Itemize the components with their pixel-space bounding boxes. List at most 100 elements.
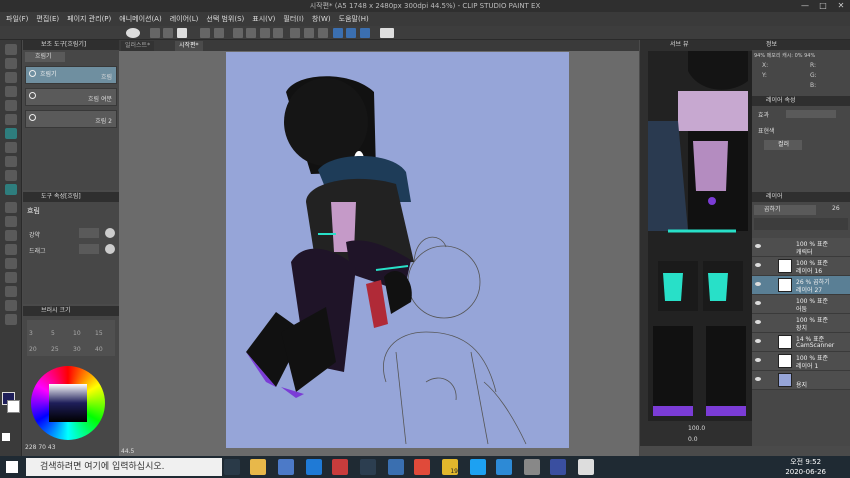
drag-control[interactable] bbox=[79, 244, 99, 254]
visibility-eye-icon[interactable] bbox=[755, 339, 761, 343]
strength-control[interactable] bbox=[79, 228, 99, 238]
brush-size-25[interactable]: 25 bbox=[51, 346, 59, 353]
clip-studio-taskbar-icon[interactable] bbox=[524, 459, 540, 475]
menu-window[interactable]: 창(W) bbox=[312, 14, 331, 24]
twitter-icon[interactable] bbox=[470, 459, 486, 475]
steam-icon[interactable] bbox=[360, 459, 376, 475]
taskbar-search-input[interactable]: 검색하려면 여기에 입력하십시오. bbox=[26, 458, 222, 476]
store-icon[interactable] bbox=[278, 459, 294, 475]
menu-edit[interactable]: 편집(E) bbox=[36, 14, 59, 24]
sub-color-swatch[interactable] bbox=[7, 400, 20, 413]
fill-icon[interactable] bbox=[260, 28, 270, 38]
edge-new-icon[interactable] bbox=[496, 459, 512, 475]
brush-size-15[interactable]: 15 bbox=[95, 330, 103, 337]
pencil-tool-icon[interactable] bbox=[5, 156, 17, 167]
save-icon[interactable] bbox=[177, 28, 187, 38]
drag-dropdown-icon[interactable] bbox=[105, 244, 115, 254]
file-explorer-icon[interactable] bbox=[250, 459, 266, 475]
fill-tool-icon[interactable] bbox=[5, 216, 17, 227]
move-layer-tool-icon[interactable] bbox=[5, 86, 17, 97]
saturation-value-square[interactable] bbox=[49, 384, 87, 422]
minimize-button[interactable]: — bbox=[796, 0, 814, 12]
layer-row[interactable]: 100 % 표준 레이어 1 bbox=[752, 352, 850, 371]
layer-row[interactable]: 100 % 표준 캐릭터 bbox=[752, 238, 850, 257]
brush-size-30[interactable]: 30 bbox=[73, 346, 81, 353]
transparent-color-swatch[interactable] bbox=[2, 433, 10, 441]
visibility-eye-icon[interactable] bbox=[755, 301, 761, 305]
app-icon[interactable] bbox=[332, 459, 348, 475]
opacity-value[interactable]: 26 bbox=[832, 205, 840, 212]
zoom-tool-icon[interactable] bbox=[5, 44, 17, 55]
layer-row-paper[interactable]: 용지 bbox=[752, 371, 850, 390]
clip-studio-paint-active-icon[interactable] bbox=[578, 459, 594, 475]
snap-grid-icon[interactable] bbox=[346, 28, 356, 38]
layer-row-selected[interactable]: 26 % 곱하기 레이어 27 bbox=[752, 276, 850, 295]
subview-image[interactable] bbox=[648, 51, 752, 421]
snap-ruler-icon[interactable] bbox=[333, 28, 343, 38]
gradient-tool-icon[interactable] bbox=[5, 230, 17, 241]
strength-dropdown-icon[interactable] bbox=[105, 228, 115, 238]
visibility-eye-icon[interactable] bbox=[755, 244, 761, 248]
frame-tool-icon[interactable] bbox=[5, 258, 17, 269]
eyedropper-tool-icon[interactable] bbox=[5, 128, 17, 139]
clear-icon[interactable] bbox=[233, 28, 243, 38]
layer-row[interactable]: 100 % 표준 레이어 16 bbox=[752, 257, 850, 276]
menu-layer[interactable]: 레이어(L) bbox=[170, 14, 199, 24]
blend-tool-icon[interactable] bbox=[5, 184, 17, 195]
balloon-tool-icon[interactable] bbox=[5, 300, 17, 311]
text-tool-icon[interactable] bbox=[5, 286, 17, 297]
close-button[interactable]: ✕ bbox=[832, 0, 850, 12]
brush-size-40[interactable]: 40 bbox=[95, 346, 103, 353]
operation-tool-icon[interactable] bbox=[5, 72, 17, 83]
redo-icon[interactable] bbox=[214, 28, 224, 38]
figure-tool-icon[interactable] bbox=[5, 244, 17, 255]
deselect-icon[interactable] bbox=[273, 28, 283, 38]
menu-animation[interactable]: 애니메이션(A) bbox=[119, 14, 161, 24]
layer-row[interactable]: 100 % 표준 어둠 bbox=[752, 295, 850, 314]
pen-tool-icon[interactable] bbox=[5, 142, 17, 153]
blend-mode-dropdown[interactable]: 곱하기 bbox=[754, 205, 816, 215]
subtool-item-blur-extra[interactable]: 흐림 여분 bbox=[25, 88, 117, 106]
visibility-eye-icon[interactable] bbox=[755, 263, 761, 267]
clip-studio-paint-taskbar-icon[interactable] bbox=[550, 459, 566, 475]
menu-file[interactable]: 파일(F) bbox=[6, 14, 28, 24]
chrome-icon[interactable] bbox=[414, 459, 430, 475]
brush-tool-icon[interactable] bbox=[5, 170, 17, 181]
visibility-eye-icon[interactable] bbox=[755, 358, 761, 362]
help-icon[interactable] bbox=[380, 28, 394, 38]
windows-start-icon[interactable] bbox=[6, 461, 18, 473]
subtool-tab[interactable]: 흐림기 bbox=[25, 52, 65, 62]
tab-illustration[interactable]: 일러스트* bbox=[121, 41, 155, 51]
menu-selection[interactable]: 선택 범위(S) bbox=[206, 14, 244, 24]
edge-browser-icon[interactable] bbox=[306, 459, 322, 475]
layer-row[interactable]: 14 % 표준 CamScanner bbox=[752, 333, 850, 352]
menu-view[interactable]: 표시(V) bbox=[252, 14, 275, 24]
layer-toolbar[interactable] bbox=[754, 218, 848, 230]
task-view-icon[interactable] bbox=[224, 459, 240, 475]
move-tool-icon[interactable] bbox=[5, 58, 17, 69]
menu-help[interactable]: 도움말(H) bbox=[339, 14, 369, 24]
ruler-tool-icon[interactable] bbox=[5, 272, 17, 283]
tab-current[interactable]: 시작편* bbox=[175, 41, 203, 51]
lasso-tool-icon[interactable] bbox=[5, 100, 17, 111]
effect-buttons[interactable] bbox=[786, 110, 836, 118]
canvas-paper[interactable] bbox=[226, 52, 569, 448]
subtool-item-blur[interactable]: 흐림기 흐림 bbox=[25, 66, 117, 84]
visibility-eye-icon[interactable] bbox=[755, 377, 761, 381]
undo-icon[interactable] bbox=[200, 28, 210, 38]
mail-icon[interactable] bbox=[388, 459, 404, 475]
visibility-eye-icon[interactable] bbox=[755, 282, 761, 286]
visibility-eye-icon[interactable] bbox=[755, 320, 761, 324]
kakaotalk-icon[interactable]: 19 bbox=[442, 459, 458, 475]
menu-page[interactable]: 페이지 관리(P) bbox=[67, 14, 111, 24]
select-icon[interactable] bbox=[318, 28, 328, 38]
layer-row[interactable]: 100 % 표준 장치 bbox=[752, 314, 850, 333]
snap-special-icon[interactable] bbox=[360, 28, 370, 38]
brush-size-3[interactable]: 3 bbox=[29, 330, 33, 337]
auto-select-tool-icon[interactable] bbox=[5, 114, 17, 125]
crop-icon[interactable] bbox=[290, 28, 300, 38]
brush-size-20[interactable]: 20 bbox=[29, 346, 37, 353]
taskbar-clock[interactable]: 오전 9:52 2020-06-26 bbox=[785, 457, 826, 477]
invert-selection-icon[interactable] bbox=[304, 28, 314, 38]
correct-line-tool-icon[interactable] bbox=[5, 314, 17, 325]
